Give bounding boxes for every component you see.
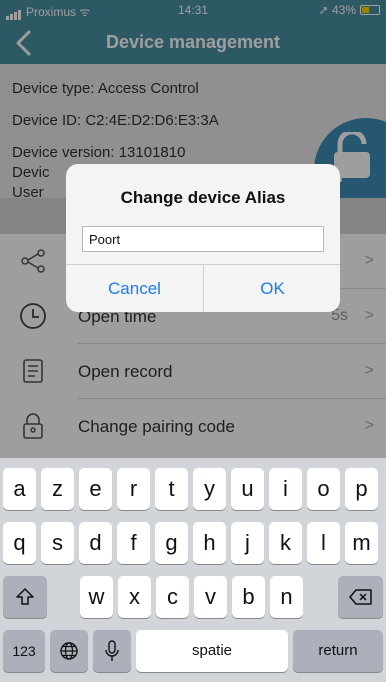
shift-icon (16, 588, 34, 605)
key-p[interactable]: p (345, 468, 378, 510)
key-l[interactable]: l (307, 522, 340, 564)
key-s[interactable]: s (41, 522, 74, 564)
space-key[interactable]: spatie (136, 630, 288, 672)
key-b[interactable]: b (232, 576, 265, 618)
device-management-screen: Proximus ᯤ 14:31 ➚ 43% Device management… (0, 0, 386, 682)
key-e[interactable]: e (79, 468, 112, 510)
key-t[interactable]: t (155, 468, 188, 510)
globe-icon (60, 642, 78, 660)
microphone-key[interactable] (93, 630, 131, 672)
backspace-key[interactable] (338, 576, 383, 618)
keyboard: a z e r t y u i o p q s d f g h j k l m … (0, 458, 386, 682)
shift-key[interactable] (3, 576, 47, 618)
key-k[interactable]: k (269, 522, 302, 564)
microphone-icon (105, 640, 119, 661)
key-w[interactable]: w (80, 576, 113, 618)
key-m[interactable]: m (345, 522, 378, 564)
change-alias-dialog: Change device Alias Cancel OK (66, 164, 340, 312)
numbers-key[interactable]: 123 (3, 630, 45, 672)
key-d[interactable]: d (79, 522, 112, 564)
backspace-icon (348, 589, 372, 605)
key-a[interactable]: a (3, 468, 36, 510)
ok-button[interactable]: OK (204, 265, 340, 312)
key-j[interactable]: j (231, 522, 264, 564)
key-g[interactable]: g (155, 522, 188, 564)
key-c[interactable]: c (156, 576, 189, 618)
key-o[interactable]: o (307, 468, 340, 510)
key-h[interactable]: h (193, 522, 226, 564)
key-f[interactable]: f (117, 522, 150, 564)
key-q[interactable]: q (3, 522, 36, 564)
return-key[interactable]: return (293, 630, 383, 672)
key-n[interactable]: n (270, 576, 303, 618)
dialog-title: Change device Alias (120, 188, 286, 207)
key-x[interactable]: x (118, 576, 151, 618)
globe-key[interactable] (50, 630, 88, 672)
key-u[interactable]: u (231, 468, 264, 510)
key-y[interactable]: y (193, 468, 226, 510)
cancel-button[interactable]: Cancel (66, 265, 203, 312)
key-i[interactable]: i (269, 468, 302, 510)
key-r[interactable]: r (117, 468, 150, 510)
key-z[interactable]: z (41, 468, 74, 510)
alias-input[interactable] (82, 226, 324, 252)
key-v[interactable]: v (194, 576, 227, 618)
